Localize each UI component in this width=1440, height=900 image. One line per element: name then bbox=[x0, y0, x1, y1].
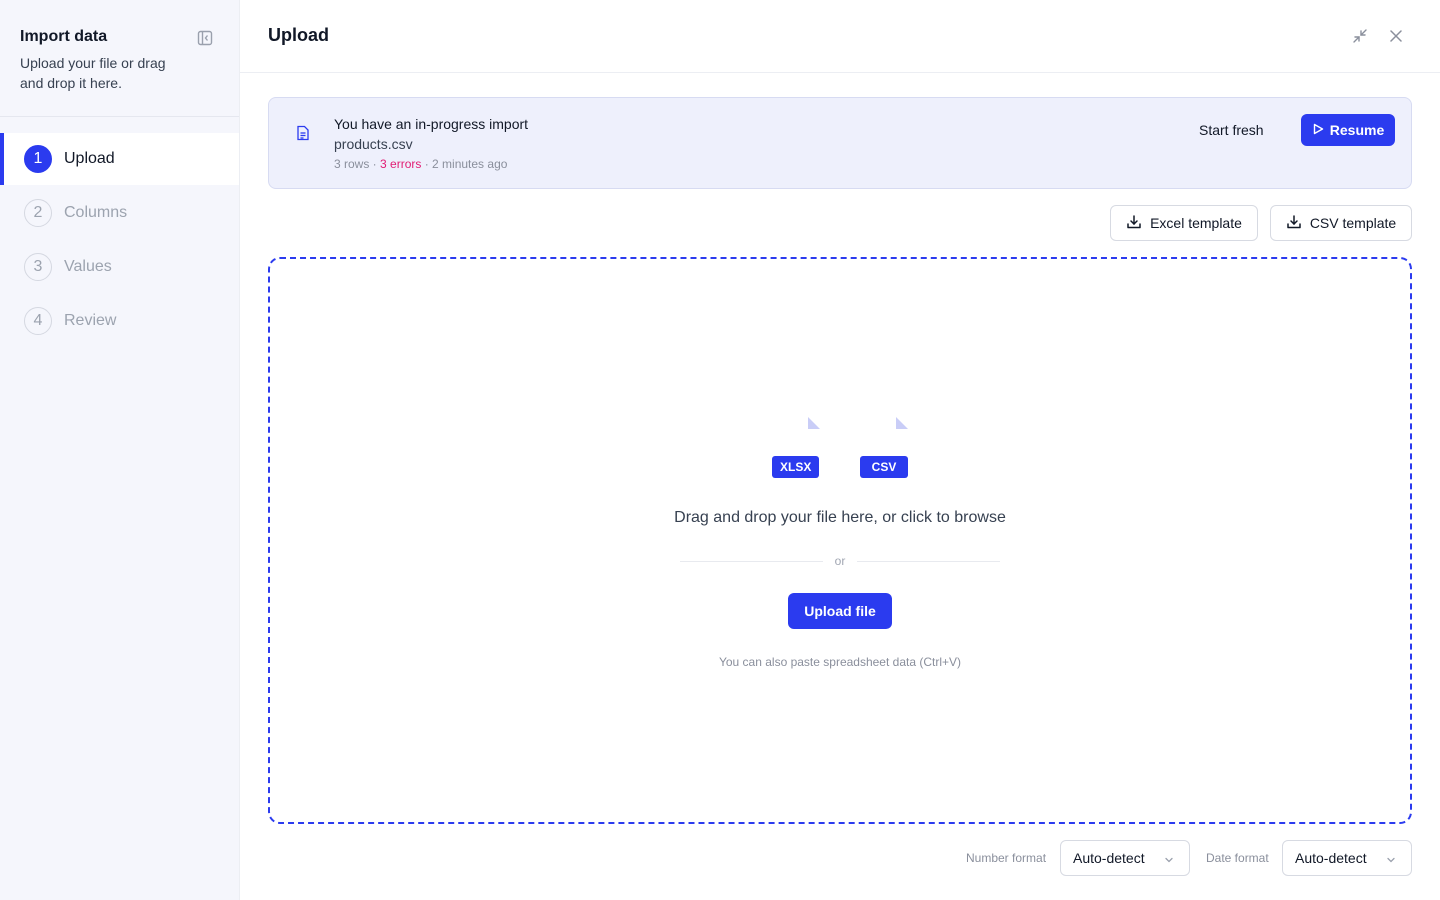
sidebar: Import data Upload your file or drag and… bbox=[0, 0, 240, 900]
last-updated: 2 minutes ago bbox=[432, 157, 508, 171]
start-fresh-button[interactable]: Start fresh bbox=[1199, 122, 1264, 138]
number-format-value: Auto-detect bbox=[1073, 850, 1145, 866]
step-values[interactable]: 3 Values bbox=[0, 241, 239, 293]
step-list: 1 Upload 2 Columns 3 Values 4 Review bbox=[0, 133, 239, 349]
step-label: Columns bbox=[64, 204, 128, 221]
step-label: Values bbox=[64, 258, 112, 275]
download-icon bbox=[1286, 214, 1302, 233]
step-label: Review bbox=[64, 312, 117, 329]
step-upload[interactable]: 1 Upload bbox=[0, 133, 239, 185]
step-columns[interactable]: 2 Columns bbox=[0, 187, 239, 239]
close-icon[interactable] bbox=[1387, 27, 1405, 45]
or-text: or bbox=[834, 554, 846, 568]
date-format-select[interactable]: Auto-detect bbox=[1282, 840, 1412, 876]
document-icon bbox=[296, 125, 310, 141]
or-divider: or bbox=[680, 553, 1001, 569]
meta-separator: · bbox=[421, 157, 433, 171]
sidebar-divider bbox=[0, 116, 239, 117]
csv-badge: CSV bbox=[860, 456, 908, 478]
step-number: 1 bbox=[24, 145, 52, 173]
step-label: Upload bbox=[64, 150, 115, 167]
csv-template-button[interactable]: CSV template bbox=[1270, 205, 1412, 241]
xlsx-badge: XLSX bbox=[772, 456, 820, 478]
step-review[interactable]: 4 Review bbox=[0, 295, 239, 347]
date-format-value: Auto-detect bbox=[1295, 850, 1367, 866]
date-format-label: Date format bbox=[1206, 851, 1269, 865]
play-icon bbox=[1312, 122, 1324, 138]
download-icon bbox=[1126, 214, 1142, 233]
page-title: Upload bbox=[268, 25, 329, 45]
upload-file-button[interactable]: Upload file bbox=[788, 593, 892, 629]
step-number: 4 bbox=[24, 307, 52, 335]
main-header: Upload bbox=[240, 0, 1440, 73]
minimize-icon[interactable] bbox=[1351, 27, 1369, 45]
sidebar-subtitle: Upload your file or drag and drop it her… bbox=[20, 55, 166, 91]
step-number: 3 bbox=[24, 253, 52, 281]
collapse-sidebar-icon[interactable] bbox=[197, 30, 213, 46]
sidebar-title: Import data bbox=[20, 28, 108, 45]
file-dropzone[interactable]: XLSX CSV Drag and drop your file here, o… bbox=[268, 257, 1412, 824]
meta-separator: · bbox=[369, 157, 381, 171]
banner-title: You have an in-progress import bbox=[334, 116, 529, 132]
step-number: 2 bbox=[24, 199, 52, 227]
paste-hint: You can also paste spreadsheet data (Ctr… bbox=[718, 655, 962, 669]
number-format-label: Number format bbox=[966, 851, 1047, 865]
resume-label: Resume bbox=[1329, 122, 1385, 138]
row-count: 3 rows bbox=[334, 157, 370, 171]
csv-template-label: CSV template bbox=[1309, 215, 1397, 231]
excel-template-button[interactable]: Excel template bbox=[1110, 205, 1258, 241]
dropzone-title: Drag and drop your file here, or click t… bbox=[674, 509, 1006, 526]
excel-template-label: Excel template bbox=[1150, 215, 1242, 231]
number-format-select[interactable]: Auto-detect bbox=[1060, 840, 1190, 876]
banner-meta: 3 rows · 3 errors · 2 minutes ago bbox=[334, 157, 507, 171]
error-count: 3 errors bbox=[380, 157, 422, 171]
divider-line bbox=[857, 560, 1001, 562]
banner-file-name: products.csv bbox=[334, 136, 413, 152]
chevron-down-icon bbox=[1385, 853, 1397, 865]
in-progress-banner: You have an in-progress import products.… bbox=[268, 97, 1412, 189]
sidebar-header: Import data Upload your file or drag and… bbox=[20, 27, 220, 93]
divider-line bbox=[680, 560, 823, 562]
resume-button[interactable]: Resume bbox=[1301, 114, 1395, 146]
chevron-down-icon bbox=[1163, 853, 1175, 865]
